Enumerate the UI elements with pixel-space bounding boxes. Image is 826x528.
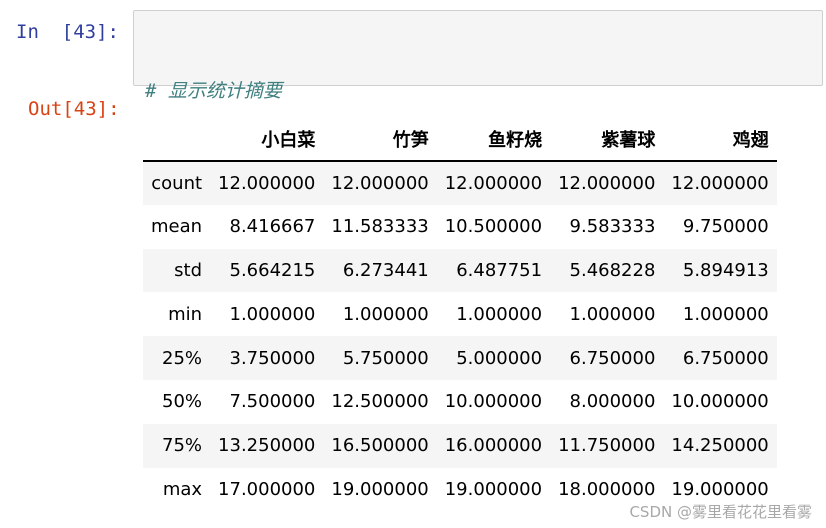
table-cell: 8.416667 — [229, 216, 316, 238]
table-cell: 6.750000 — [682, 347, 769, 369]
column-header: 竹笋 — [323, 118, 437, 162]
row-label: 25% — [162, 347, 203, 369]
column-header: 鸡翅 — [663, 118, 777, 162]
table-cell: 1.000000 — [342, 303, 429, 325]
table-cell: 6.273441 — [342, 259, 429, 281]
table-cell: 6.487751 — [456, 259, 543, 281]
row-label: mean — [151, 216, 203, 238]
table-header-row: 小白菜 竹笋 鱼籽烧 紫薯球 鸡翅 — [143, 118, 777, 162]
table-cell: 14.250000 — [671, 435, 769, 457]
table-row: 75% 13.250000 16.500000 16.000000 11.750… — [143, 423, 777, 468]
table-row: 50% 7.500000 12.500000 10.000000 8.00000… — [143, 380, 777, 424]
code-input-cell[interactable]: # 显示统计摘要 df3.describe() — [133, 10, 823, 186]
table-cell: 1.000000 — [682, 303, 769, 325]
table-cell: 16.000000 — [444, 435, 543, 457]
table-cell: 8.000000 — [569, 391, 656, 413]
table-cell: 10.500000 — [444, 216, 543, 238]
table-cell: 11.750000 — [558, 435, 656, 457]
input-prompt: In [43]: — [16, 21, 119, 43]
table-cell: 12.000000 — [558, 172, 656, 194]
table-cell: 12.000000 — [331, 172, 429, 194]
table-row: std 5.664215 6.273441 6.487751 5.468228 … — [143, 248, 777, 293]
table-cell: 10.000000 — [444, 391, 543, 413]
column-header: 小白菜 — [210, 118, 324, 162]
table-cell: 17.000000 — [218, 478, 316, 500]
table-cell: 12.000000 — [444, 172, 543, 194]
table-row: mean 8.416667 11.583333 10.500000 9.5833… — [143, 205, 777, 249]
table-cell: 3.750000 — [229, 347, 316, 369]
table-cell: 5.664215 — [229, 259, 316, 281]
table-cell: 12.500000 — [331, 391, 429, 413]
row-label: std — [174, 259, 203, 281]
table-row: count 12.000000 12.000000 12.000000 12.0… — [143, 161, 777, 205]
table-cell: 9.750000 — [682, 216, 769, 238]
table-cell: 5.468228 — [569, 259, 656, 281]
column-header: 紫薯球 — [550, 118, 664, 162]
table-row: 25% 3.750000 5.750000 5.000000 6.750000 … — [143, 336, 777, 380]
watermark: CSDN @雾里看花花里看雾 — [629, 503, 812, 521]
table-cell: 5.000000 — [456, 347, 543, 369]
table-cell: 19.000000 — [444, 478, 543, 500]
column-header: 鱼籽烧 — [436, 118, 551, 162]
table-cell: 1.000000 — [569, 303, 656, 325]
table-cell: 10.000000 — [671, 391, 769, 413]
table-row: min 1.000000 1.000000 1.000000 1.000000 … — [143, 292, 777, 336]
table-cell: 16.500000 — [331, 435, 429, 457]
row-label: min — [168, 303, 203, 325]
output-prompt: Out[43]: — [28, 98, 120, 120]
table-cell: 7.500000 — [229, 391, 316, 413]
row-label: 50% — [162, 391, 203, 413]
row-label: 75% — [162, 435, 203, 457]
table-cell: 5.750000 — [342, 347, 429, 369]
table-cell: 13.250000 — [218, 435, 316, 457]
code-comment: # 显示统计摘要 — [145, 80, 282, 102]
table-cell: 12.000000 — [218, 172, 316, 194]
table-cell: 1.000000 — [456, 303, 543, 325]
table-cell: 5.894913 — [682, 259, 769, 281]
table-cell: 12.000000 — [671, 172, 769, 194]
table-cell: 9.583333 — [569, 216, 656, 238]
table-cell: 1.000000 — [229, 303, 316, 325]
table-cell: 19.000000 — [331, 478, 429, 500]
table-cell: 11.583333 — [331, 216, 429, 238]
row-label: max — [162, 478, 203, 500]
table-cell: 6.750000 — [569, 347, 656, 369]
index-header — [143, 118, 211, 162]
describe-output-table: 小白菜 竹笋 鱼籽烧 紫薯球 鸡翅 count 12.000000 12.000… — [143, 118, 777, 511]
row-label: count — [151, 172, 203, 194]
